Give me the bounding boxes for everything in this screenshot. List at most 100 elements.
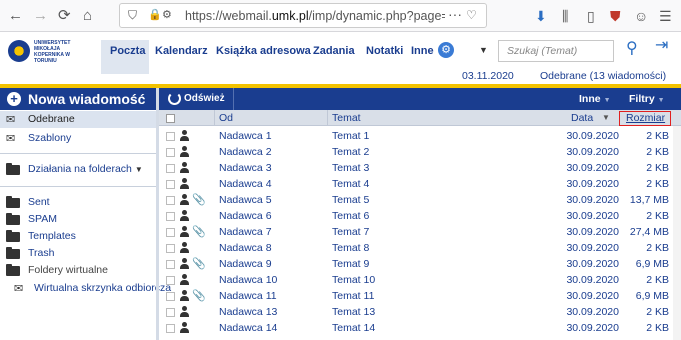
message-from[interactable]: Nadawca 10 xyxy=(219,274,277,286)
column-size[interactable]: Rozmiar xyxy=(619,111,671,126)
select-all-checkbox[interactable] xyxy=(166,114,175,123)
column-from[interactable]: Od xyxy=(219,112,233,124)
download-icon[interactable]: ⬇ xyxy=(535,7,547,25)
gear-icon[interactable]: ⚙ xyxy=(438,42,454,58)
sidebar-item-spam[interactable]: SPAM xyxy=(0,211,156,228)
table-row[interactable]: Nadawca 2 Temat 2 30.09.2020 2 KB xyxy=(159,144,681,160)
sidebar-item-templates[interactable]: Templates xyxy=(0,228,156,245)
scrollbar[interactable] xyxy=(673,126,681,340)
pocket-icon[interactable]: ♡ xyxy=(466,8,477,22)
message-subject[interactable]: Temat 8 xyxy=(332,242,369,254)
sidebar-item-templates-pl[interactable]: ✉ Szablony xyxy=(0,130,156,147)
logout-icon[interactable]: ⇥ xyxy=(655,35,668,55)
message-subject[interactable]: Temat 10 xyxy=(332,274,375,286)
row-checkbox[interactable] xyxy=(166,212,175,221)
other-menu-button[interactable]: Inne ▼ xyxy=(579,93,611,105)
search-icon[interactable]: ⚲ xyxy=(626,38,638,58)
sidebar-item-inbox[interactable]: ✉ Odebrane xyxy=(0,111,156,128)
message-subject[interactable]: Temat 7 xyxy=(332,226,369,238)
row-checkbox[interactable] xyxy=(166,292,175,301)
refresh-icon[interactable] xyxy=(168,92,181,105)
row-checkbox[interactable] xyxy=(166,180,175,189)
sidebar-item-trash[interactable]: Trash xyxy=(0,245,156,262)
sort-desc-icon[interactable]: ▼ xyxy=(602,113,610,122)
search-options-caret-icon[interactable]: ▼ xyxy=(479,45,488,55)
back-icon[interactable]: ← xyxy=(8,7,23,25)
sidebar-virtual-folders[interactable]: Foldery wirtualne xyxy=(0,262,156,279)
permissions-icon[interactable]: ⚙ xyxy=(162,8,172,21)
message-from[interactable]: Nadawca 2 xyxy=(219,146,272,158)
extension-icon[interactable]: ☺ xyxy=(634,7,648,25)
message-from[interactable]: Nadawca 7 xyxy=(219,226,272,238)
row-checkbox[interactable] xyxy=(166,260,175,269)
reload-icon[interactable]: ⟳ xyxy=(58,7,71,25)
message-from[interactable]: Nadawca 4 xyxy=(219,178,272,190)
table-row[interactable]: Nadawca 13 Temat 13 30.09.2020 2 KB xyxy=(159,304,681,320)
message-subject[interactable]: Temat 13 xyxy=(332,306,375,318)
page-actions-icon[interactable]: ··· xyxy=(448,6,462,22)
row-checkbox[interactable] xyxy=(166,164,175,173)
table-row[interactable]: 📎 Nadawca 7 Temat 7 30.09.2020 27,4 MB xyxy=(159,224,681,240)
row-checkbox[interactable] xyxy=(166,324,175,333)
message-subject[interactable]: Temat 9 xyxy=(332,258,369,270)
table-row[interactable]: Nadawca 8 Temat 8 30.09.2020 2 KB xyxy=(159,240,681,256)
message-subject[interactable]: Temat 11 xyxy=(332,290,374,302)
menu-kalendarz[interactable]: Kalendarz xyxy=(155,45,208,57)
message-from[interactable]: Nadawca 3 xyxy=(219,162,272,174)
menu-icon[interactable]: ☰ xyxy=(659,7,672,25)
library-icon[interactable]: ⫼ xyxy=(562,7,568,25)
row-checkbox[interactable] xyxy=(166,244,175,253)
sidebar-item-virtual-inbox[interactable]: ✉ Wirtualna skrzynka odbiorcza xyxy=(0,280,171,297)
home-icon[interactable]: ⌂ xyxy=(83,7,92,25)
message-from[interactable]: Nadawca 9 xyxy=(219,258,272,270)
menu-poczta[interactable]: Poczta xyxy=(110,45,145,57)
table-row[interactable]: 📎 Nadawca 5 Temat 5 30.09.2020 13,7 MB xyxy=(159,192,681,208)
message-from[interactable]: Nadawca 6 xyxy=(219,210,272,222)
sidebar-folder-actions[interactable]: Działania na folderach ▼ xyxy=(0,161,156,178)
menu-notatki[interactable]: Notatki xyxy=(366,45,403,57)
university-logo[interactable] xyxy=(8,40,30,62)
menu-inne[interactable]: Inne xyxy=(411,45,434,57)
message-subject[interactable]: Temat 2 xyxy=(332,146,369,158)
message-subject[interactable]: Temat 3 xyxy=(332,162,369,174)
message-from[interactable]: Nadawca 5 xyxy=(219,194,272,206)
sidebar-toggle-icon[interactable]: ▯ xyxy=(587,7,595,25)
shield-icon[interactable]: ⛉ xyxy=(128,8,137,23)
message-subject[interactable]: Temat 4 xyxy=(332,178,369,190)
table-row[interactable]: Nadawca 10 Temat 10 30.09.2020 2 KB xyxy=(159,272,681,288)
table-row[interactable]: 📎 Nadawca 11 Temat 11 30.09.2020 6,9 MB xyxy=(159,288,681,304)
table-row[interactable]: 📎 Nadawca 9 Temat 9 30.09.2020 6,9 MB xyxy=(159,256,681,272)
table-row[interactable]: Nadawca 1 Temat 1 30.09.2020 2 KB xyxy=(159,128,681,144)
url-text[interactable]: https://webmail.umk.pl/imp/dynamic.php?p… xyxy=(185,9,445,23)
search-input[interactable]: Szukaj (Temat) xyxy=(498,40,614,62)
ublock-icon[interactable]: ⛊ xyxy=(610,7,621,25)
forward-icon[interactable]: → xyxy=(33,7,48,25)
sidebar-item-sent[interactable]: Sent xyxy=(0,194,156,211)
refresh-button[interactable]: Odśwież xyxy=(184,93,225,104)
filters-menu-button[interactable]: Filtry ▼ xyxy=(629,93,665,105)
row-checkbox[interactable] xyxy=(166,196,175,205)
message-from[interactable]: Nadawca 1 xyxy=(219,130,272,142)
table-row[interactable]: Nadawca 14 Temat 14 30.09.2020 2 KB xyxy=(159,320,681,336)
menu-zadania[interactable]: Zadania xyxy=(313,45,355,57)
column-subject[interactable]: Temat xyxy=(332,112,361,124)
row-checkbox[interactable] xyxy=(166,276,175,285)
message-subject[interactable]: Temat 6 xyxy=(332,210,369,222)
row-checkbox[interactable] xyxy=(166,148,175,157)
row-checkbox[interactable] xyxy=(166,228,175,237)
message-subject[interactable]: Temat 5 xyxy=(332,194,369,206)
new-message-button[interactable]: + Nowa wiadomość xyxy=(0,88,158,110)
menu-ksiazka-adresowa[interactable]: Książka adresowa xyxy=(216,45,311,57)
message-from[interactable]: Nadawca 11 xyxy=(219,290,277,302)
row-checkbox[interactable] xyxy=(166,308,175,317)
table-row[interactable]: Nadawca 6 Temat 6 30.09.2020 2 KB xyxy=(159,208,681,224)
table-row[interactable]: Nadawca 3 Temat 3 30.09.2020 2 KB xyxy=(159,160,681,176)
message-subject[interactable]: Temat 14 xyxy=(332,322,375,334)
message-from[interactable]: Nadawca 13 xyxy=(219,306,277,318)
column-date[interactable]: Data xyxy=(571,112,593,124)
table-row[interactable]: Nadawca 4 Temat 4 30.09.2020 2 KB xyxy=(159,176,681,192)
row-checkbox[interactable] xyxy=(166,132,175,141)
message-subject[interactable]: Temat 1 xyxy=(332,130,369,142)
message-from[interactable]: Nadawca 8 xyxy=(219,242,272,254)
address-bar[interactable]: ⛉ 🔒 ⚙ https://webmail.umk.pl/imp/dynamic… xyxy=(119,3,487,28)
